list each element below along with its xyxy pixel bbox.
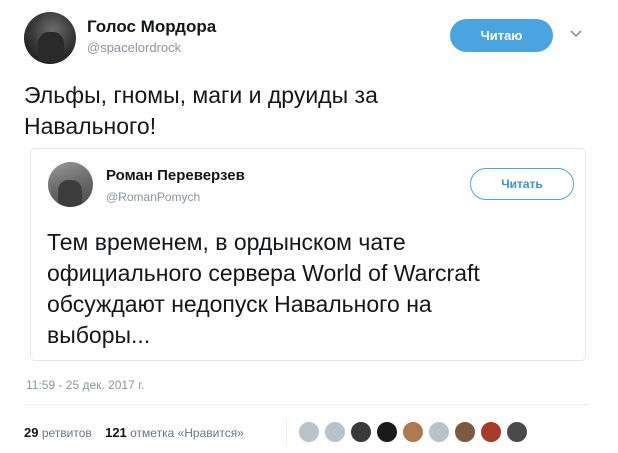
- quoted-tweet-text: Тем временем, в ордынском чате официальн…: [47, 227, 577, 351]
- chevron-down-icon[interactable]: [568, 26, 584, 42]
- likes-stat[interactable]: 121 отметка «Нравится»: [105, 425, 244, 440]
- quoted-text-line: выборы...: [47, 322, 151, 348]
- liker-avatar[interactable]: [376, 421, 398, 443]
- quoted-author-avatar[interactable]: [48, 162, 93, 207]
- liker-avatar[interactable]: [454, 421, 476, 443]
- liker-avatar[interactable]: [506, 421, 528, 443]
- retweets-label: ретвитов: [41, 426, 92, 440]
- likes-label: отметка «Нравится»: [130, 426, 244, 440]
- follow-button[interactable]: Читать: [470, 168, 574, 200]
- quoted-author-handle[interactable]: @RomanPomych: [106, 190, 200, 204]
- quoted-author-name[interactable]: Роман Переверзев: [106, 167, 245, 184]
- stats-divider: [286, 420, 287, 446]
- quoted-text-line: обсуждают недопуск Навального на: [47, 291, 432, 317]
- likers-avatars: [298, 421, 532, 443]
- liker-avatar[interactable]: [402, 421, 424, 443]
- tweet-text-line: Эльфы, гномы, маги и друиды за: [24, 82, 378, 108]
- tweet-text: Эльфы, гномы, маги и друиды за Навальног…: [24, 80, 584, 142]
- quoted-text-line: Тем временем, в ордынском чате: [47, 229, 406, 255]
- tweet-text-line: Навального!: [24, 113, 157, 139]
- likes-count: 121: [105, 425, 127, 440]
- retweets-stat[interactable]: 29 ретвитов: [24, 425, 92, 440]
- author-avatar[interactable]: [24, 12, 76, 64]
- retweets-count: 29: [24, 425, 39, 440]
- liker-avatar[interactable]: [428, 421, 450, 443]
- author-handle[interactable]: @spacelordrock: [87, 40, 181, 55]
- tweet-stats: 29 ретвитов 121 отметка «Нравится»: [24, 425, 244, 440]
- liker-avatar[interactable]: [480, 421, 502, 443]
- liker-avatar[interactable]: [350, 421, 372, 443]
- liker-avatar[interactable]: [298, 421, 320, 443]
- liker-avatar[interactable]: [324, 421, 346, 443]
- author-name[interactable]: Голос Мордора: [87, 17, 216, 37]
- following-button[interactable]: Читаю: [450, 19, 553, 52]
- quoted-text-line: официального сервера World of Warcraft: [47, 260, 480, 286]
- divider: [24, 404, 588, 405]
- tweet-timestamp[interactable]: 11:59 - 25 дек. 2017 г.: [26, 378, 144, 392]
- quoted-tweet-card[interactable]: Роман Переверзев @RomanPomych Читать Тем…: [30, 148, 586, 361]
